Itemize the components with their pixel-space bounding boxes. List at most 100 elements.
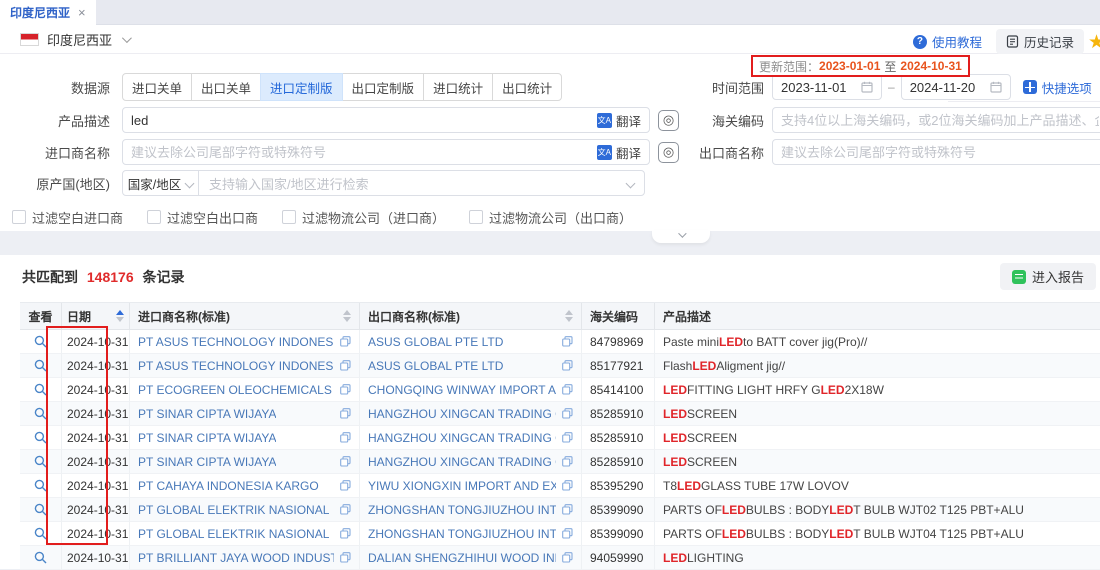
header-importer[interactable]: 进口商名称(标准) <box>130 303 360 330</box>
datasource-tab[interactable]: 进口关单 <box>122 73 192 101</box>
sort-icons-exporter[interactable] <box>565 310 573 322</box>
importer-link[interactable]: PT ASUS TECHNOLOGY INDONESIA BA... <box>138 335 334 349</box>
exporter-link[interactable]: ASUS GLOBAL PTE LTD <box>368 335 503 349</box>
date-from-value[interactable] <box>781 80 857 95</box>
copy-icon[interactable] <box>556 456 573 467</box>
exporter-link[interactable]: HANGZHOU XINGCAN TRADING CO LTD <box>368 455 556 469</box>
importer-link[interactable]: PT GLOBAL ELEKTRIK NASIONAL <box>138 503 329 517</box>
filter-checkbox[interactable]: 过滤物流公司（进口商） <box>282 208 445 227</box>
copy-icon[interactable] <box>334 432 351 443</box>
filter-checkbox[interactable]: 过滤物流公司（出口商） <box>469 208 632 227</box>
copy-icon[interactable] <box>556 504 573 515</box>
exporter-name-value[interactable] <box>781 145 1099 160</box>
copy-icon[interactable] <box>334 480 351 491</box>
exporter-link[interactable]: ZHONGSHAN TONGJIUZHOU INTERNA... <box>368 503 556 517</box>
view-record-icon[interactable] <box>20 426 62 450</box>
importer-link[interactable]: PT SINAR CIPTA WIJAYA <box>138 431 276 445</box>
exact-match-toggle[interactable]: ◎ <box>658 142 679 163</box>
exporter-link[interactable]: ZHONGSHAN TONGJIUZHOU INTERNA... <box>368 527 556 541</box>
filter-checkbox[interactable]: 过滤空白进口商 <box>12 208 123 227</box>
view-record-icon[interactable] <box>20 402 62 426</box>
view-record-icon[interactable] <box>20 354 62 378</box>
collapse-filter-tab[interactable] <box>652 230 710 243</box>
copy-icon[interactable] <box>556 480 573 491</box>
view-record-icon[interactable] <box>20 522 62 546</box>
copy-icon[interactable] <box>556 528 573 539</box>
copy-icon[interactable] <box>556 432 573 443</box>
exporter-link[interactable]: HANGZHOU XINGCAN TRADING CO LTD <box>368 407 556 421</box>
copy-icon[interactable] <box>334 552 351 563</box>
view-record-icon[interactable] <box>20 546 62 570</box>
date-from-input[interactable] <box>772 74 882 100</box>
datasource-tab[interactable]: 出口定制版 <box>342 73 425 101</box>
origin-type-select[interactable]: 国家/地区 <box>123 171 199 195</box>
copy-icon[interactable] <box>334 384 351 395</box>
datasource-tab[interactable]: 进口定制版 <box>260 73 343 101</box>
sort-icons-date[interactable] <box>116 310 124 322</box>
copy-icon[interactable] <box>334 360 351 371</box>
filter-checkbox[interactable]: 过滤空白出口商 <box>147 208 258 227</box>
view-record-icon[interactable] <box>20 330 62 354</box>
copy-icon[interactable] <box>334 528 351 539</box>
copy-icon[interactable] <box>334 456 351 467</box>
exporter-name-input[interactable] <box>772 139 1100 165</box>
exporter-link[interactable]: ASUS GLOBAL PTE LTD <box>368 359 503 373</box>
quick-options-button[interactable]: 快捷选项 <box>1023 78 1092 97</box>
enter-report-button[interactable]: 进入报告 <box>1000 263 1096 290</box>
importer-link[interactable]: PT CAHAYA INDONESIA KARGO <box>138 479 319 493</box>
datasource-tab[interactable]: 出口统计 <box>492 73 562 101</box>
product-desc-input[interactable]: 文A 翻译 <box>122 107 650 133</box>
exact-match-toggle[interactable]: ◎ <box>658 110 679 131</box>
checkbox-icon[interactable] <box>282 210 296 224</box>
view-record-icon[interactable] <box>20 450 62 474</box>
datasource-tab[interactable]: 进口统计 <box>423 73 493 101</box>
view-record-icon[interactable] <box>20 498 62 522</box>
date-to-input[interactable] <box>901 74 1011 100</box>
tutorial-button[interactable]: ? 使用教程 <box>913 32 982 51</box>
copy-icon[interactable] <box>556 384 573 395</box>
copy-icon[interactable] <box>334 408 351 419</box>
exporter-link[interactable]: YIWU XIONGXIN IMPORT AND EXPORT... <box>368 479 556 493</box>
history-button[interactable]: 历史记录 <box>996 29 1084 54</box>
origin-country-input[interactable]: 国家/地区 支持输入国家/地区进行检索 <box>122 170 645 196</box>
importer-link[interactable]: PT SINAR CIPTA WIJAYA <box>138 455 276 469</box>
origin-search-placeholder[interactable]: 支持输入国家/地区进行检索 <box>199 174 627 193</box>
translate-icon: 文A <box>597 113 612 128</box>
hs-code-value[interactable] <box>781 113 1099 128</box>
copy-icon[interactable] <box>334 504 351 515</box>
chevron-down-icon[interactable] <box>122 33 132 43</box>
header-date[interactable]: 日期 <box>62 303 130 330</box>
importer-name-input[interactable]: 文A 翻译 <box>122 139 650 165</box>
translate-button[interactable]: 文A 翻译 <box>597 111 641 130</box>
favorite-star-icon[interactable]: ★ <box>1088 31 1100 54</box>
checkbox-icon[interactable] <box>12 210 26 224</box>
tab-close-icon[interactable]: × <box>78 6 86 19</box>
sort-icons-importer[interactable] <box>343 310 351 322</box>
copy-icon[interactable] <box>556 552 573 563</box>
date-to-value[interactable] <box>910 80 986 95</box>
importer-link[interactable]: PT SINAR CIPTA WIJAYA <box>138 407 276 421</box>
exporter-link[interactable]: HANGZHOU XINGCAN TRADING CO LTD <box>368 431 556 445</box>
importer-link[interactable]: PT BRILLIANT JAYA WOOD INDUSTRY <box>138 551 334 565</box>
view-record-icon[interactable] <box>20 474 62 498</box>
copy-icon[interactable] <box>556 336 573 347</box>
exporter-link[interactable]: DALIAN SHENGZHIHUI WOOD INDUST... <box>368 551 556 565</box>
product-desc-value[interactable] <box>131 113 589 128</box>
exporter-link[interactable]: CHONGQING WINWAY IMPORT AND E... <box>368 383 556 397</box>
view-record-icon[interactable] <box>20 378 62 402</box>
importer-link[interactable]: PT GLOBAL ELEKTRIK NASIONAL <box>138 527 329 541</box>
copy-icon[interactable] <box>556 408 573 419</box>
checkbox-icon[interactable] <box>147 210 161 224</box>
importer-link[interactable]: PT ASUS TECHNOLOGY INDONESIA BA... <box>138 359 334 373</box>
importer-link[interactable]: PT ECOGREEN OLEOCHEMICALS <box>138 383 332 397</box>
importer-name-value[interactable] <box>131 145 589 160</box>
copy-icon[interactable] <box>556 360 573 371</box>
table-row: 2024-10-31PT SINAR CIPTA WIJAYAHANGZHOU … <box>20 450 1100 474</box>
checkbox-icon[interactable] <box>469 210 483 224</box>
country-tab-indonesia[interactable]: 印度尼西亚 × <box>0 0 96 25</box>
translate-button[interactable]: 文A 翻译 <box>597 143 641 162</box>
datasource-tab[interactable]: 出口关单 <box>191 73 261 101</box>
copy-icon[interactable] <box>334 336 351 347</box>
header-exporter[interactable]: 出口商名称(标准) <box>360 303 582 330</box>
hs-code-input[interactable] <box>772 107 1100 133</box>
